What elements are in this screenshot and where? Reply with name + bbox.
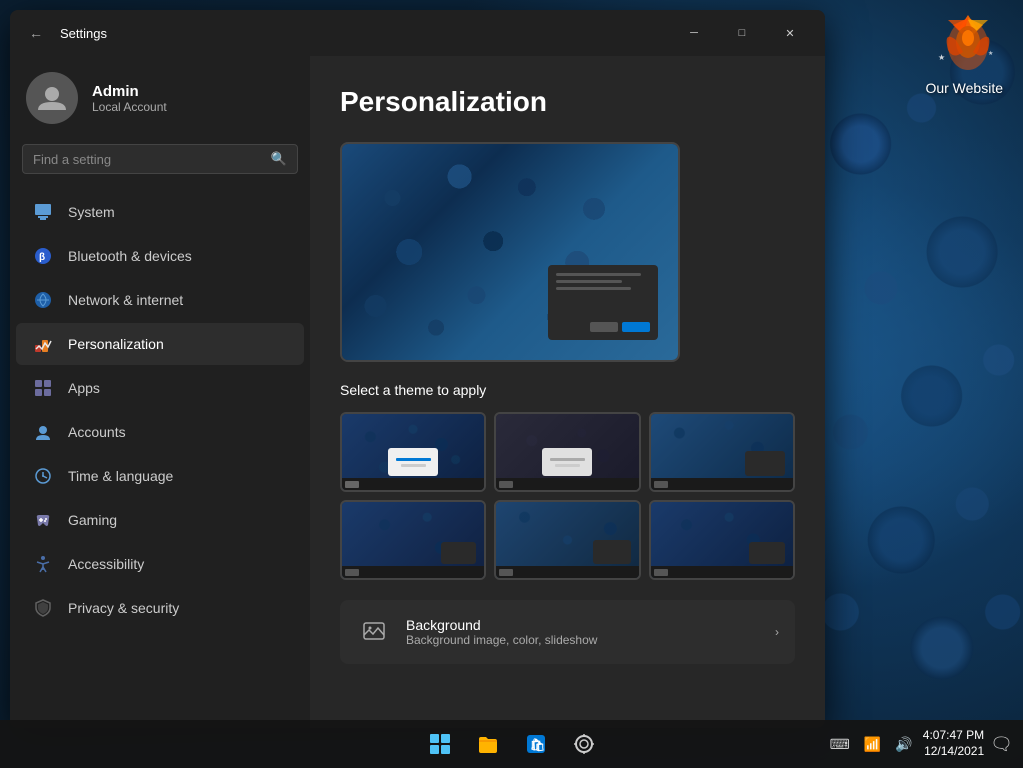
theme-grid	[340, 412, 795, 580]
avatar	[26, 72, 78, 124]
bluetooth-icon: β	[32, 245, 54, 267]
apps-icon	[32, 377, 54, 399]
sidebar-item-personalization[interactable]: Personalization	[16, 323, 304, 365]
theme-card-4[interactable]	[340, 500, 486, 580]
tray-wifi-icon[interactable]: 📶	[860, 732, 885, 757]
personalization-icon	[32, 333, 54, 355]
sidebar-item-system-label: System	[68, 204, 115, 220]
settings-window: ← Settings ─ □ ✕ Admin Lo	[10, 10, 825, 728]
search-icon: 🔍	[271, 151, 287, 167]
svg-text:🛍: 🛍	[530, 738, 545, 752]
user-profile[interactable]: Admin Local Account	[10, 56, 310, 144]
sidebar-item-privacy[interactable]: Privacy & security	[16, 587, 304, 629]
search-input[interactable]	[33, 152, 263, 167]
desktop-bubbles	[820, 0, 1023, 720]
time-icon	[32, 465, 54, 487]
main-content: Personalization	[310, 56, 825, 728]
tray-speaker-icon[interactable]: 🔊	[891, 732, 916, 757]
system-icon	[32, 201, 54, 223]
theme-card-6[interactable]	[649, 500, 795, 580]
sidebar-item-privacy-label: Privacy & security	[68, 600, 179, 616]
accounts-icon	[32, 421, 54, 443]
start-button[interactable]	[418, 722, 462, 766]
minimize-button[interactable]: ─	[671, 18, 717, 48]
tray-clock[interactable]: 4:07:47 PM 12/14/2021	[923, 728, 984, 759]
sidebar-item-time[interactable]: Time & language	[16, 455, 304, 497]
sidebar-item-accounts-label: Accounts	[68, 424, 126, 440]
sidebar: Admin Local Account 🔍	[10, 56, 310, 728]
background-link-subtitle: Background image, color, slideshow	[406, 633, 597, 647]
sidebar-item-gaming[interactable]: Gaming	[16, 499, 304, 541]
tray-time: 4:07:47 PM	[923, 728, 984, 744]
system-tray: ⌨ 📶 🔊 4:07:47 PM 12/14/2021 🗨	[826, 728, 1013, 759]
privacy-icon	[32, 597, 54, 619]
window-title: Settings	[60, 26, 107, 41]
taskbar-center: 🛍	[418, 722, 606, 766]
theme-card-2[interactable]	[494, 412, 640, 492]
theme-card-5[interactable]	[494, 500, 640, 580]
sidebar-item-system[interactable]: System	[16, 191, 304, 233]
desktop-logo: ★ ★	[928, 10, 1008, 90]
theme-card-2-overlay	[542, 448, 592, 476]
sidebar-item-apps[interactable]: Apps	[16, 367, 304, 409]
svg-text:★: ★	[988, 50, 993, 57]
sidebar-item-accessibility-label: Accessibility	[68, 556, 144, 572]
preview-dialog	[548, 265, 658, 340]
background-icon	[356, 614, 392, 650]
svg-text:★: ★	[938, 53, 945, 62]
gaming-icon	[32, 509, 54, 531]
sidebar-item-bluetooth[interactable]: β Bluetooth & devices	[16, 235, 304, 277]
sidebar-item-personalization-label: Personalization	[68, 336, 164, 352]
sidebar-item-apps-label: Apps	[68, 380, 100, 396]
taskbar: 🛍 ⌨ 📶 🔊 4:07:47 PM 12/14/2021 🗨	[0, 720, 1023, 768]
accessibility-icon	[32, 553, 54, 575]
sidebar-item-accounts[interactable]: Accounts	[16, 411, 304, 453]
theme-section-label: Select a theme to apply	[340, 382, 795, 398]
network-icon	[32, 289, 54, 311]
theme-card-1[interactable]	[340, 412, 486, 492]
user-name: Admin	[92, 83, 167, 100]
sidebar-item-gaming-label: Gaming	[68, 512, 117, 528]
background-link-chevron: ›	[775, 625, 779, 639]
store-button[interactable]: 🛍	[514, 722, 558, 766]
theme-preview	[340, 142, 680, 362]
tray-keyboard-icon[interactable]: ⌨	[826, 732, 854, 757]
sidebar-item-time-label: Time & language	[68, 468, 173, 484]
background-link-title: Background	[406, 617, 597, 633]
svg-text:β: β	[39, 252, 45, 263]
back-button[interactable]: ←	[22, 19, 50, 47]
close-button[interactable]: ✕	[767, 18, 813, 48]
user-account-type: Local Account	[92, 100, 167, 114]
sidebar-item-network[interactable]: Network & internet	[16, 279, 304, 321]
tray-date: 12/14/2021	[924, 744, 984, 760]
sidebar-item-bluetooth-label: Bluetooth & devices	[68, 248, 192, 264]
background-settings-link[interactable]: Background Background image, color, slid…	[340, 600, 795, 664]
website-label: Our Website	[925, 80, 1003, 96]
theme-card-3[interactable]	[649, 412, 795, 492]
maximize-button[interactable]: □	[719, 18, 765, 48]
file-explorer-button[interactable]	[466, 722, 510, 766]
title-bar: ← Settings ─ □ ✕	[10, 10, 825, 56]
sidebar-item-network-label: Network & internet	[68, 292, 183, 308]
sidebar-item-accessibility[interactable]: Accessibility	[16, 543, 304, 585]
theme-card-1-overlay	[388, 448, 438, 476]
search-box[interactable]: 🔍	[22, 144, 298, 174]
tray-notification-icon[interactable]: 🗨	[990, 734, 1013, 755]
search-taskbar-button[interactable]	[562, 722, 606, 766]
page-title: Personalization	[340, 86, 795, 118]
